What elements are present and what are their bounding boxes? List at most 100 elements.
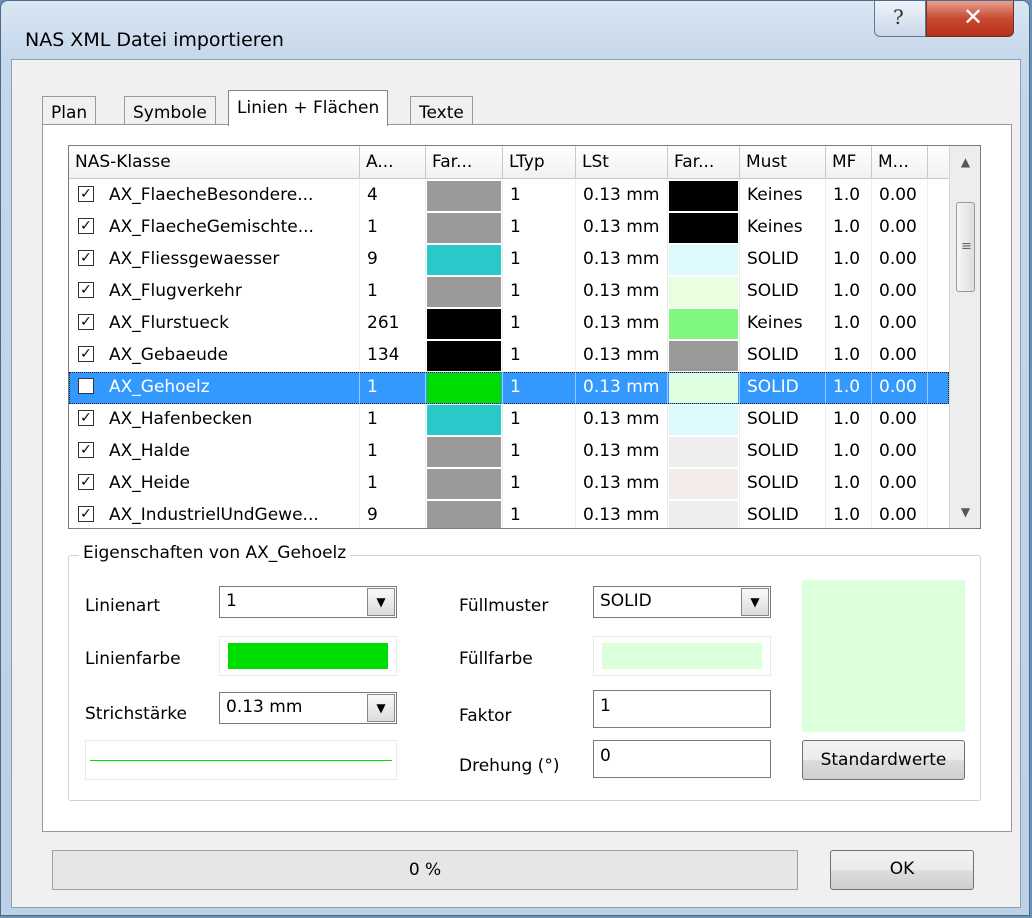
color-swatch [669, 245, 738, 275]
cell-nas-klasse: ✓ AX_Flugverkehr [69, 276, 360, 308]
cell-farbe[interactable] [426, 436, 503, 468]
column-header-mf[interactable]: MF [826, 146, 872, 178]
column-header-muster[interactable]: Must [740, 146, 826, 178]
row-checkbox[interactable]: ✓ [78, 186, 94, 202]
table-row[interactable]: ✓ AX_Gehoelz 1 1 0.13 mm SOLID 1.0 0.00 [69, 372, 949, 404]
column-header-lst[interactable]: LSt [576, 146, 668, 178]
ok-button[interactable]: OK [830, 850, 974, 890]
color-swatch [427, 437, 501, 467]
window-title: NAS XML Datei importieren [25, 29, 284, 51]
fuellfarbe-swatch [602, 643, 762, 669]
cell-farbe[interactable] [426, 276, 503, 308]
drehung-input[interactable]: 0 [593, 740, 771, 778]
cell-fuellfarbe[interactable] [668, 244, 740, 276]
scrollbar-thumb[interactable]: ≡ [956, 202, 975, 292]
faktor-input[interactable]: 1 [593, 690, 771, 728]
fuellmuster-dropdown[interactable]: SOLID ▼ [593, 586, 771, 618]
title-bar[interactable]: NAS XML Datei importieren ? ✕ [1, 1, 1029, 51]
fuellfarbe-picker[interactable] [593, 636, 771, 676]
column-header-farbe[interactable]: Far... [426, 146, 503, 178]
column-header-anzahl[interactable]: A... [360, 146, 426, 178]
strichstaerke-dropdown[interactable]: 0.13 mm ▼ [219, 692, 397, 724]
row-checkbox[interactable]: ✓ [78, 346, 94, 362]
cell-farbe[interactable] [426, 500, 503, 528]
cell-m: 0.00 [872, 436, 928, 468]
color-swatch [427, 373, 501, 403]
chevron-down-icon[interactable]: ▼ [741, 588, 769, 616]
scroll-down-arrow-icon[interactable]: ▼ [950, 496, 980, 528]
table-row[interactable]: ✓ AX_Heide 1 1 0.13 mm SOLID 1.0 0.00 [69, 468, 949, 500]
tab-linien-flaechen[interactable]: Linien + Flächen [228, 90, 389, 126]
cell-muster: SOLID [740, 276, 826, 308]
row-checkbox[interactable]: ✓ [78, 442, 94, 458]
chevron-down-icon[interactable]: ▼ [367, 694, 395, 722]
cell-nas-klasse: ✓ AX_Gebaeude [69, 340, 360, 372]
table-row[interactable]: ✓ AX_Gebaeude 134 1 0.13 mm SOLID 1.0 0.00 [69, 340, 949, 372]
table-row[interactable]: ✓ AX_Flugverkehr 1 1 0.13 mm SOLID 1.0 0.00 [69, 276, 949, 308]
row-checkbox[interactable]: ✓ [78, 410, 94, 426]
cell-fuellfarbe[interactable] [668, 436, 740, 468]
scroll-up-arrow-icon[interactable]: ▲ [950, 146, 980, 178]
row-checkbox[interactable]: ✓ [78, 282, 94, 298]
cell-farbe[interactable] [426, 180, 503, 212]
cell-fuellfarbe[interactable] [668, 500, 740, 528]
help-button[interactable]: ? [874, 1, 926, 37]
cell-farbe[interactable] [426, 340, 503, 372]
table-row[interactable]: ✓ AX_IndustrielUndGewe... 9 1 0.13 mm SOLID 1.… [69, 500, 949, 528]
tab-symbole[interactable]: Symbole [124, 96, 216, 124]
cell-anzahl: 4 [360, 180, 426, 212]
cell-fuellfarbe[interactable] [668, 372, 740, 404]
table-row[interactable]: ✓ AX_FlaecheBesondere... 4 1 0.13 mm Keines 1.… [69, 180, 949, 212]
cell-farbe[interactable] [426, 308, 503, 340]
linienart-dropdown[interactable]: 1 ▼ [219, 586, 397, 618]
tab-plan[interactable]: Plan [42, 96, 97, 124]
cell-nas-klasse: ✓ AX_Halde [69, 436, 360, 468]
cell-fuellfarbe[interactable] [668, 404, 740, 436]
cell-m: 0.00 [872, 212, 928, 244]
close-button[interactable]: ✕ [926, 1, 1014, 37]
column-header-m[interactable]: M... [872, 146, 928, 178]
row-checkbox[interactable]: ✓ [78, 474, 94, 490]
row-name: AX_Heide [109, 473, 190, 493]
linienfarbe-picker[interactable] [219, 636, 397, 676]
cell-farbe[interactable] [426, 212, 503, 244]
cell-fuellfarbe[interactable] [668, 180, 740, 212]
cell-farbe[interactable] [426, 372, 503, 404]
cell-fuellfarbe[interactable] [668, 340, 740, 372]
table-row[interactable]: ✓ AX_FlaecheGemischte... 1 1 0.13 mm Keines 1.… [69, 212, 949, 244]
cell-mf: 1.0 [826, 468, 872, 500]
cell-farbe[interactable] [426, 244, 503, 276]
nas-class-table[interactable]: NAS-Klasse A... Far... LTyp LSt Far... M… [68, 145, 981, 529]
tab-texte[interactable]: Texte [410, 96, 473, 124]
cell-fuellfarbe[interactable] [668, 468, 740, 500]
cell-lst: 0.13 mm [576, 436, 668, 468]
table-row[interactable]: ✓ AX_Halde 1 1 0.13 mm SOLID 1.0 0.00 [69, 436, 949, 468]
standardwerte-button[interactable]: Standardwerte [802, 740, 965, 780]
row-checkbox[interactable]: ✓ [78, 218, 94, 234]
row-checkbox[interactable]: ✓ [78, 506, 94, 522]
table-row[interactable]: ✓ AX_Hafenbecken 1 1 0.13 mm SOLID 1.0 0.00 [69, 404, 949, 436]
table-row[interactable]: ✓ AX_Fliessgewaesser 9 1 0.13 mm SOLID 1.0 0.00 [69, 244, 949, 276]
cell-fuellfarbe[interactable] [668, 276, 740, 308]
cell-lst: 0.13 mm [576, 500, 668, 528]
column-header-ltyp[interactable]: LTyp [503, 146, 576, 178]
row-checkbox[interactable]: ✓ [78, 250, 94, 266]
color-swatch [427, 245, 501, 275]
table-row[interactable]: ✓ AX_Flurstueck 261 1 0.13 mm Keines 1.0 0.00 [69, 308, 949, 340]
help-icon: ? [893, 5, 904, 29]
cell-fuellfarbe[interactable] [668, 212, 740, 244]
table-vertical-scrollbar[interactable]: ▲ ≡ ▼ [949, 146, 980, 528]
column-header-fuellfarbe[interactable]: Far... [668, 146, 740, 178]
cell-nas-klasse: ✓ AX_IndustrielUndGewe... [69, 500, 360, 528]
drehung-value: 0 [600, 746, 611, 766]
cell-anzahl: 1 [360, 276, 426, 308]
row-checkbox[interactable]: ✓ [78, 378, 94, 394]
column-header-nas-klasse[interactable]: NAS-Klasse [69, 146, 360, 178]
cell-fuellfarbe[interactable] [668, 308, 740, 340]
chevron-down-icon[interactable]: ▼ [367, 588, 395, 616]
cell-farbe[interactable] [426, 468, 503, 500]
faktor-value: 1 [600, 696, 611, 716]
close-icon: ✕ [963, 3, 984, 31]
cell-farbe[interactable] [426, 404, 503, 436]
row-checkbox[interactable]: ✓ [78, 314, 94, 330]
